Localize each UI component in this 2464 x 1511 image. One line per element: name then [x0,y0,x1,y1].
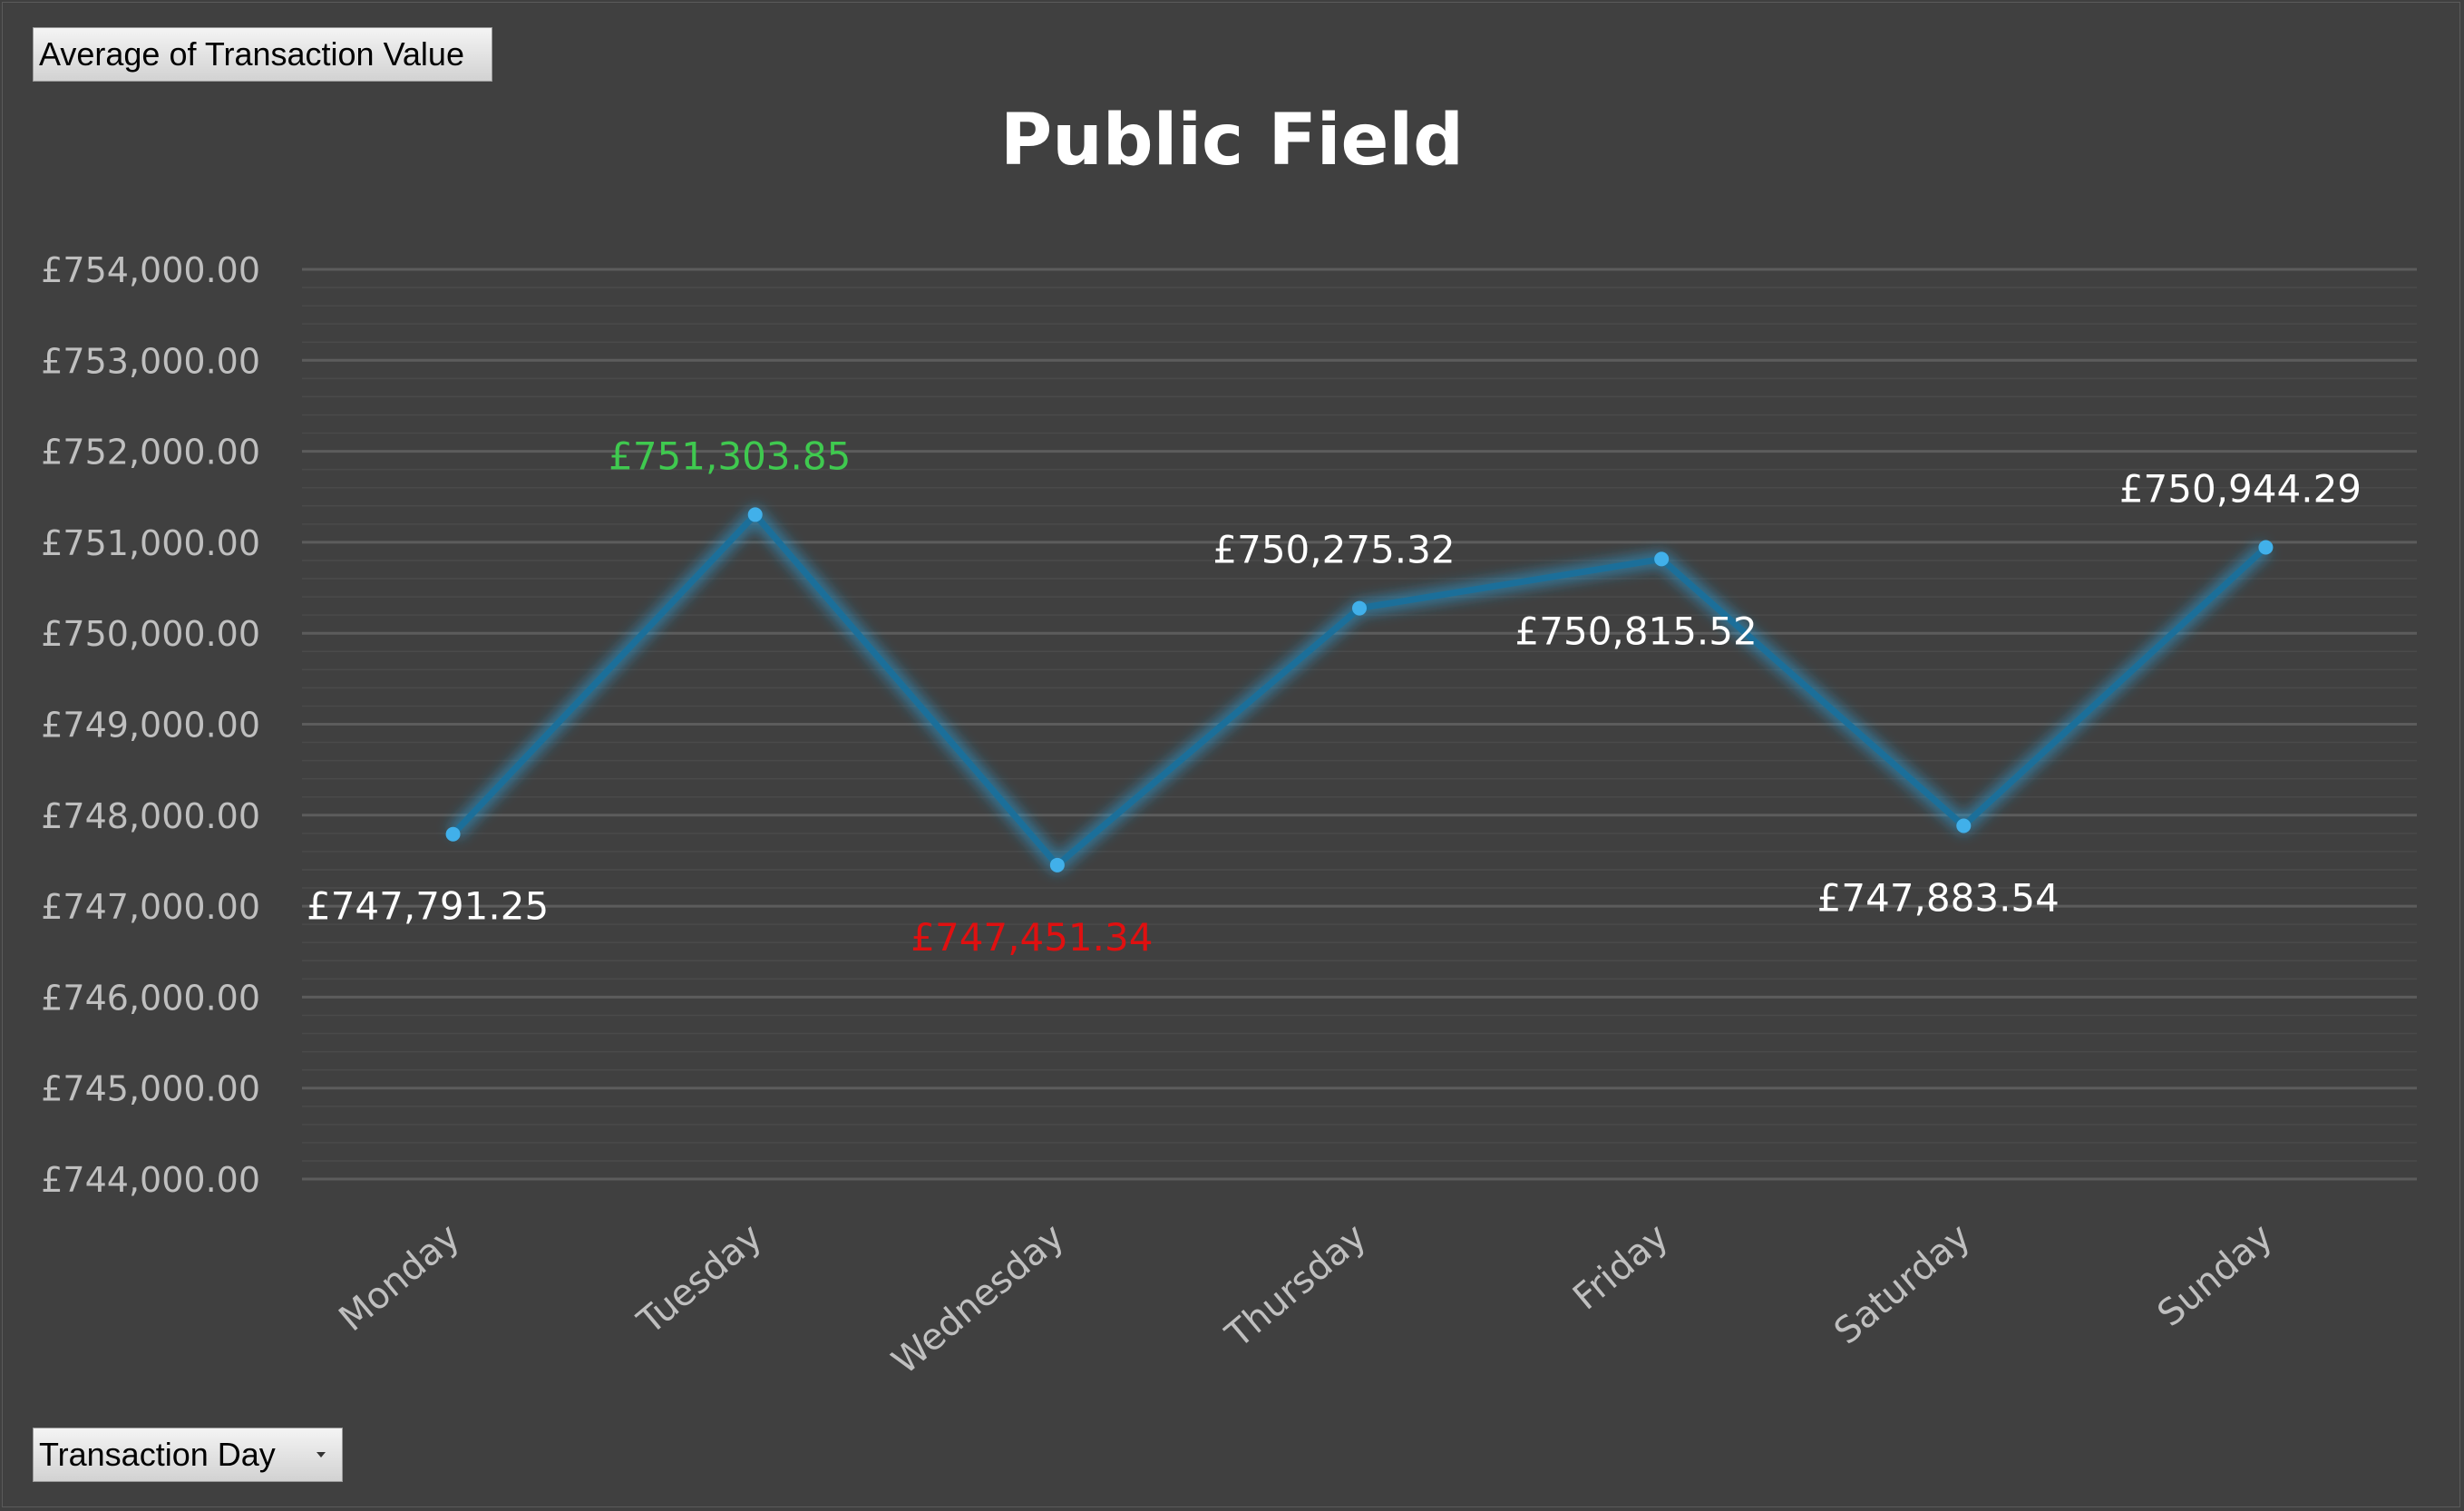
gridlines [302,268,2417,1181]
data-point-marker [445,826,461,842]
data-point-marker [1049,857,1065,872]
data-label: £747,883.54 [1817,875,2060,920]
data-label: £751,303.85 [609,434,851,478]
x-tick-label: Sunday [2150,1215,2281,1334]
x-tick-label: Friday [1565,1215,1676,1318]
x-tick-label: Monday [331,1215,468,1340]
data-label: £750,275.32 [1213,528,1455,572]
y-tick-label: £747,000.00 [41,887,260,927]
axis-field-label: Transaction Day [39,1436,276,1473]
axis-field-button[interactable]: Transaction Day [33,1428,343,1482]
x-tick-label: Saturday [1826,1215,1979,1352]
data-label: £750,815.52 [1515,609,1758,653]
chevron-down-icon[interactable] [317,1452,326,1457]
data-point-marker [1956,818,1972,833]
x-tick-label: Tuesday [629,1215,770,1342]
data-label: £747,791.25 [307,884,549,929]
data-labels: £747,791.25 £751,303.85 £747,451.34 £750,27… [307,434,2362,959]
data-point-marker [1352,600,1367,616]
x-tick-label: Thursday [1218,1215,1375,1356]
data-point-marker [1654,551,1670,567]
x-tick-label: Wednesday [884,1215,1072,1382]
y-tick-label: £748,000.00 [41,796,260,836]
y-tick-label: £752,000.00 [41,433,260,473]
y-tick-label: £754,000.00 [41,250,260,290]
y-axis-tick-labels: £754,000.00 £753,000.00 £752,000.00 £751,00… [41,250,260,1200]
data-point-marker [747,507,763,522]
y-tick-label: £746,000.00 [41,978,260,1018]
y-tick-label: £753,000.00 [41,341,260,381]
x-axis-tick-labels: Monday Tuesday Wednesday Thursday Friday Satu… [331,1215,2280,1382]
y-tick-label: £750,000.00 [41,614,260,654]
data-point-marker [2258,540,2274,555]
data-label: £747,451.34 [911,915,1153,960]
data-label: £750,944.29 [2119,466,2362,511]
y-tick-label: £749,000.00 [41,706,260,746]
line-chart-plot: £754,000.00 £753,000.00 £752,000.00 £751,00… [41,250,2417,1383]
y-tick-label: £751,000.00 [41,523,260,563]
y-tick-label: £745,000.00 [41,1069,260,1109]
y-tick-label: £744,000.00 [41,1160,260,1200]
